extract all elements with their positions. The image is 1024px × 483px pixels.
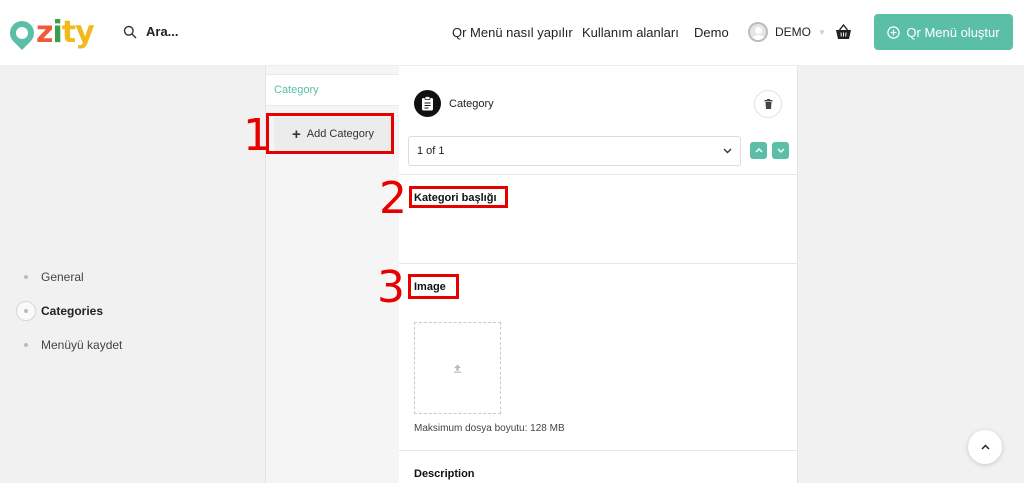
panel-header: Category xyxy=(414,90,494,117)
chevron-down-icon: ▼ xyxy=(818,27,826,37)
zity-logo[interactable]: z i t y xyxy=(5,15,95,51)
location-pin-icon xyxy=(5,16,39,50)
chevron-down-icon xyxy=(723,148,732,154)
search-icon xyxy=(123,25,137,38)
top-header: z i t y Ara... Qr Menü nasıl yapılır Kul… xyxy=(0,0,1024,66)
nav-use-cases[interactable]: Kullanım alanları xyxy=(582,25,679,40)
user-name: DEMO xyxy=(775,25,811,39)
logo-letter: y xyxy=(75,15,95,50)
selector-value: 1 of 1 xyxy=(417,145,445,157)
step-label: General xyxy=(41,270,84,284)
annotation-box-image xyxy=(408,274,459,299)
create-qr-menu-button[interactable]: Qr Menü oluştur xyxy=(874,14,1013,50)
panel-title: Category xyxy=(449,97,494,110)
delete-button[interactable] xyxy=(754,90,782,118)
nav-how-to[interactable]: Qr Menü nasıl yapılır xyxy=(452,25,573,40)
nav-demo[interactable]: Demo xyxy=(694,25,729,40)
annotation-number-3: 3 xyxy=(377,262,405,313)
step-dot-icon xyxy=(24,343,28,347)
clipboard-icon xyxy=(414,90,441,117)
search-trigger[interactable]: Ara... xyxy=(123,24,179,39)
divider xyxy=(399,450,798,451)
step-dot-icon xyxy=(24,275,28,279)
annotation-box-title xyxy=(409,186,508,208)
basket-icon[interactable] xyxy=(835,24,852,40)
max-file-size-note: Maksimum dosya boyutu: 128 MB xyxy=(414,423,565,434)
step-general[interactable]: General xyxy=(16,267,84,287)
category-tab[interactable]: Category xyxy=(266,74,400,106)
scroll-to-top-button[interactable] xyxy=(968,430,1002,464)
annotation-number-2: 2 xyxy=(379,173,407,224)
divider xyxy=(399,174,798,175)
step-label: Menüyü kaydet xyxy=(41,338,123,352)
category-selector[interactable]: 1 of 1 xyxy=(408,136,741,166)
move-up-button[interactable] xyxy=(750,142,767,159)
chevron-up-icon xyxy=(755,148,762,153)
description-field-label: Description xyxy=(414,468,475,480)
create-qr-menu-label: Qr Menü oluştur xyxy=(906,24,1000,40)
image-upload-dropzone[interactable] xyxy=(414,322,501,414)
search-label: Ara... xyxy=(146,24,179,39)
trash-icon xyxy=(764,99,772,109)
avatar xyxy=(748,22,768,42)
step-label: Categories xyxy=(41,304,104,318)
step-categories[interactable]: Categories xyxy=(16,301,103,321)
logo-letter: t xyxy=(61,15,76,50)
user-menu[interactable]: DEMO ▼ xyxy=(748,22,826,42)
annotation-box-add-category xyxy=(266,113,394,154)
step-dot-icon xyxy=(24,309,28,313)
chevron-down-icon xyxy=(777,148,784,153)
upload-icon xyxy=(454,364,461,373)
plus-circle-icon xyxy=(887,25,901,39)
step-save-menu[interactable]: Menüyü kaydet xyxy=(16,335,122,355)
logo-letter: i xyxy=(52,15,62,50)
logo-letter: z xyxy=(36,15,53,50)
chevron-up-icon xyxy=(980,444,990,450)
divider xyxy=(399,263,798,264)
move-down-button[interactable] xyxy=(772,142,789,159)
